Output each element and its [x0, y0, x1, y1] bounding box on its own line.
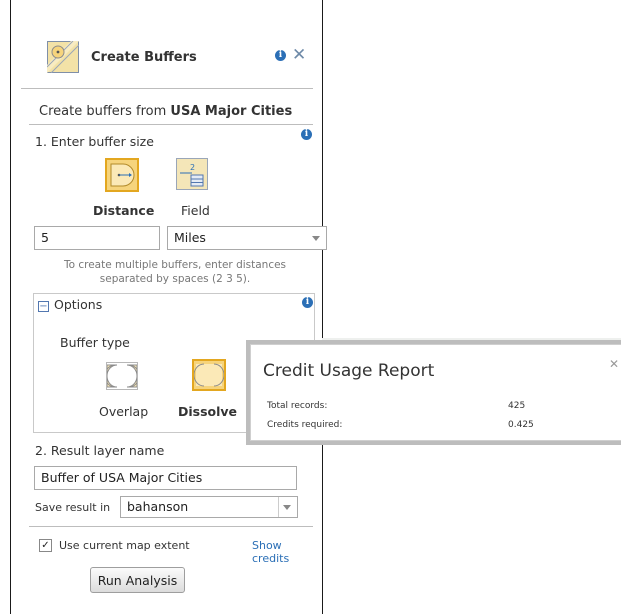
- hint-line-2: separated by spaces (2 3 5).: [99, 273, 251, 285]
- buffer-type-label: Buffer type: [60, 335, 130, 350]
- overlap-button[interactable]: [104, 362, 140, 390]
- distance-input[interactable]: 5: [34, 226, 160, 250]
- chevron-down-icon: [312, 236, 320, 241]
- buffer-hint: To create multiple buffers, enter distan…: [35, 258, 315, 286]
- unit-select-value: Miles: [174, 230, 206, 245]
- distance-icon: [110, 163, 135, 187]
- popup-title: Credit Usage Report: [263, 361, 435, 381]
- dissolve-label: Dissolve: [178, 404, 238, 419]
- extent-checkbox[interactable]: ✓: [39, 539, 52, 552]
- step1-label: 1. Enter buffer size: [35, 134, 154, 149]
- unit-select[interactable]: Miles: [167, 226, 327, 250]
- field-icon: 2: [180, 163, 204, 187]
- buffer-tool-icon: [47, 41, 79, 73]
- options-info-icon[interactable]: i: [302, 297, 313, 308]
- panel-title: Create Buffers: [91, 50, 197, 65]
- select-divider: [278, 497, 279, 517]
- distance-label: Distance: [93, 203, 155, 218]
- save-folder-select[interactable]: bahanson: [120, 496, 298, 518]
- options-label: Options: [54, 297, 103, 312]
- dissolve-icon: [193, 363, 225, 387]
- overlap-icon: [104, 364, 140, 388]
- run-analysis-button[interactable]: Run Analysis: [90, 567, 185, 593]
- field-mode-button[interactable]: 2: [176, 158, 208, 190]
- analysis-panel: Create Buffers i ✕ Create buffers from U…: [10, 0, 327, 614]
- divider: [29, 526, 313, 527]
- subtitle-prefix: Create buffers from: [39, 104, 171, 119]
- field-label: Field: [181, 203, 210, 218]
- chevron-down-icon: [283, 505, 291, 510]
- close-icon[interactable]: ✕: [292, 47, 306, 64]
- hint-line-1: To create multiple buffers, enter distan…: [63, 259, 287, 271]
- divider: [29, 124, 313, 125]
- extent-label: Use current map extent: [59, 539, 190, 552]
- overlap-label: Overlap: [99, 404, 149, 419]
- info-icon[interactable]: i: [275, 50, 286, 61]
- credits-required-value: 0.425: [508, 420, 534, 430]
- credit-usage-popup: Credit Usage Report ✕ Total records: 425…: [250, 344, 621, 441]
- collapse-icon[interactable]: −: [38, 301, 49, 312]
- save-result-label: Save result in: [35, 501, 111, 514]
- panel-header: Create Buffers i ✕: [21, 38, 313, 89]
- input-layer-name: USA Major Cities: [170, 104, 293, 119]
- step1-info-icon[interactable]: i: [301, 129, 312, 140]
- subtitle: Create buffers from USA Major Cities: [39, 104, 292, 119]
- dissolve-button[interactable]: [192, 359, 226, 391]
- close-icon[interactable]: ✕: [609, 357, 619, 371]
- panel-content: Create Buffers i ✕ Create buffers from U…: [21, 0, 327, 614]
- credits-required-label: Credits required:: [267, 420, 343, 430]
- svg-text:2: 2: [190, 163, 195, 172]
- step2-label: 2. Result layer name: [35, 443, 165, 458]
- show-credits-link[interactable]: Show credits: [252, 539, 313, 565]
- total-records-label: Total records:: [267, 401, 328, 411]
- save-folder-value: bahanson: [127, 499, 189, 514]
- result-name-input[interactable]: Buffer of USA Major Cities: [34, 466, 297, 490]
- distance-mode-button[interactable]: [105, 158, 139, 192]
- total-records-value: 425: [508, 401, 526, 411]
